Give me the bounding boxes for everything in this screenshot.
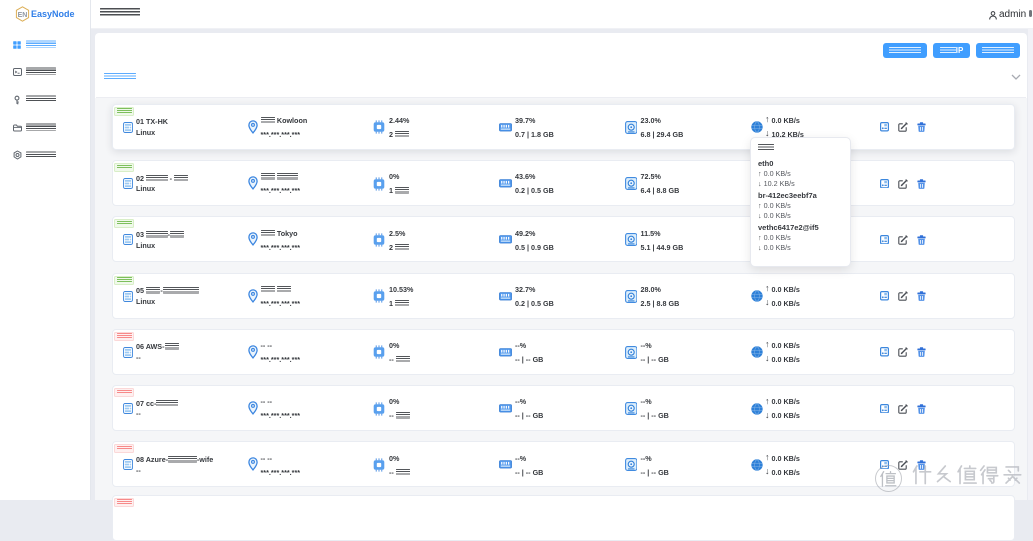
svg-text:EN: EN (18, 12, 28, 19)
